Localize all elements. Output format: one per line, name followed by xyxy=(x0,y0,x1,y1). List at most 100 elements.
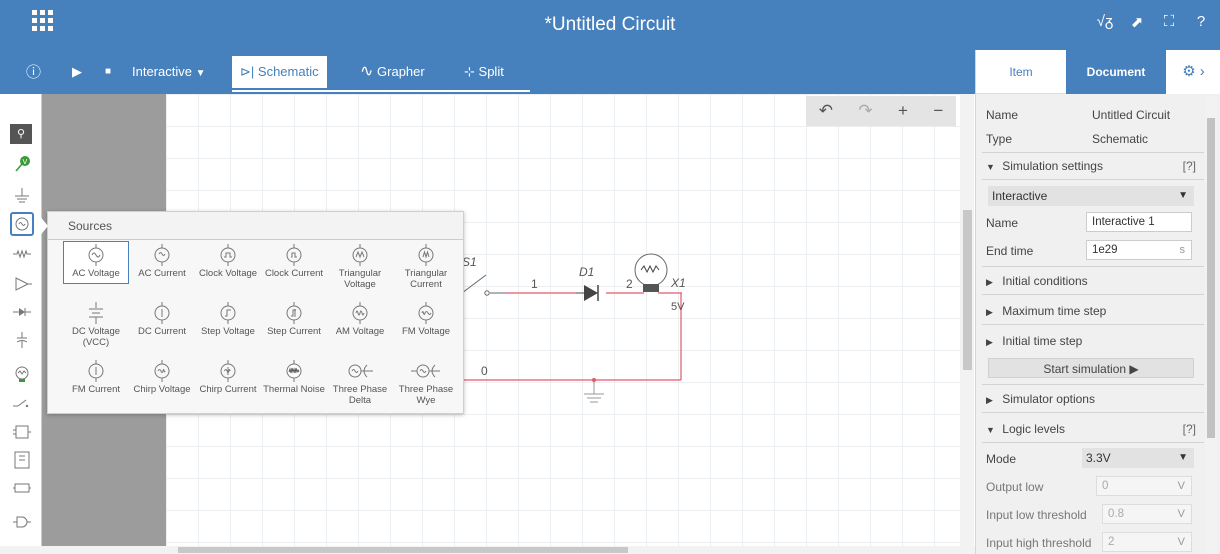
probe-icon[interactable]: V xyxy=(10,154,34,178)
info-icon[interactable]: ⓘ xyxy=(26,61,41,82)
logic-mode-value: 3.3V xyxy=(1086,451,1111,465)
switch-icon[interactable] xyxy=(10,392,34,416)
lamp-icon[interactable] xyxy=(10,364,34,388)
section-simulator-options[interactable]: ▶ Simulator options xyxy=(986,392,1196,406)
tab-item[interactable]: Item xyxy=(976,50,1066,94)
stop-icon[interactable]: ■ xyxy=(105,66,111,77)
section-logic-levels[interactable]: ▼ Logic levels [?] xyxy=(986,422,1196,436)
help-link[interactable]: [?] xyxy=(1183,422,1196,436)
label-d1: D1 xyxy=(579,265,594,279)
source-three-phase-wye[interactable]: Three Phase Wye xyxy=(393,358,459,406)
scroll-thumb[interactable] xyxy=(1207,118,1215,438)
collapsed-arrow-icon: ▶ xyxy=(986,337,993,347)
scroll-thumb[interactable] xyxy=(178,547,628,553)
source-am-voltage[interactable]: AM Voltage xyxy=(327,300,393,337)
source-label: DC Voltage (VCC) xyxy=(71,326,121,348)
label-5v: 5V xyxy=(671,301,685,313)
grapher-icon: ∿ xyxy=(360,63,374,80)
source-ac-voltage[interactable]: AC Voltage xyxy=(63,241,129,284)
expanded-arrow-icon: ▼ xyxy=(986,162,995,172)
fullscreen-icon[interactable]: ⛶ xyxy=(1160,13,1178,31)
resistor-icon[interactable] xyxy=(10,244,34,268)
help-link[interactable]: [?] xyxy=(1183,159,1196,173)
search-icon[interactable]: ⚲ xyxy=(10,124,32,144)
source-label: Triangular Current xyxy=(404,268,448,290)
scroll-thumb[interactable] xyxy=(963,210,972,370)
simulation-name-field[interactable]: Interactive 1 xyxy=(1086,212,1192,232)
prop-type-value: Schematic xyxy=(1092,132,1149,146)
label-x1: X1 xyxy=(670,276,686,290)
svg-text:V: V xyxy=(23,158,28,166)
sources-title: Sources xyxy=(48,212,463,240)
section-simulation-settings[interactable]: ▼ Simulation settings [?] xyxy=(986,159,1196,173)
toolbar: ⓘ ▶ ■ Interactive ▼ ⊳| Schematic ∿ Graph… xyxy=(0,50,975,94)
section-initial-time-step[interactable]: ▶ Initial time step xyxy=(986,334,1196,348)
settings-gear-icon[interactable]: ⚙ › xyxy=(1166,50,1220,94)
undo-icon[interactable]: ↶ xyxy=(819,101,833,121)
connector-icon[interactable] xyxy=(10,478,34,502)
output-low-field: 0 V xyxy=(1096,476,1192,496)
panel-tabs: Item Document ⚙ › xyxy=(976,50,1220,94)
section-max-time-step[interactable]: ▶ Maximum time step xyxy=(986,304,1196,318)
source-clock-current[interactable]: Clock Current xyxy=(261,242,327,279)
source-ac-current[interactable]: AC Current xyxy=(129,242,195,279)
canvas-vertical-scrollbar[interactable] xyxy=(960,94,974,546)
end-time-field[interactable]: 1e29 s xyxy=(1086,240,1192,260)
zoom-in-icon[interactable]: + xyxy=(898,101,908,121)
divider xyxy=(982,266,1204,267)
tab-split-label: Split xyxy=(478,64,504,79)
source-step-voltage[interactable]: Step Voltage xyxy=(195,300,261,337)
source-clock-voltage[interactable]: Clock Voltage xyxy=(195,242,261,279)
end-time-unit: s xyxy=(1179,244,1186,256)
ground-icon[interactable] xyxy=(10,186,34,210)
source-chirp-voltage[interactable]: Chirp Voltage xyxy=(129,358,195,395)
chevron-down-icon: ▼ xyxy=(1178,190,1188,201)
mode-label: Interactive xyxy=(132,64,192,79)
source-step-current[interactable]: Step Current xyxy=(261,300,327,337)
junction-dot xyxy=(592,378,596,382)
collapsed-arrow-icon: ▶ xyxy=(986,395,993,405)
panel-scrollbar[interactable] xyxy=(1205,96,1217,554)
ic-chip-icon[interactable] xyxy=(10,422,34,446)
section-initial-conditions[interactable]: ▶ Initial conditions xyxy=(986,274,1196,288)
tab-split[interactable]: ⊹ Split xyxy=(456,56,512,88)
divider xyxy=(982,412,1204,413)
mode-dropdown[interactable]: Interactive ▼ xyxy=(132,64,206,79)
tab-grapher-label: Grapher xyxy=(377,64,425,79)
export-icon[interactable]: ⬈ xyxy=(1128,13,1146,31)
tab-grapher[interactable]: ∿ Grapher xyxy=(352,56,433,88)
zoom-out-icon[interactable]: − xyxy=(933,101,943,121)
formula-icon[interactable]: √ᵹ xyxy=(1096,13,1114,31)
redo-icon[interactable]: ↷ xyxy=(858,101,872,121)
section-title: Simulation settings xyxy=(1002,159,1103,173)
logic-mode-select[interactable]: 3.3V ▼ xyxy=(1082,448,1194,468)
simulation-type-select[interactable]: Interactive ▼ xyxy=(988,186,1194,206)
tab-schematic[interactable]: ⊳| Schematic xyxy=(232,56,327,88)
play-icon[interactable]: ▶ xyxy=(72,64,82,80)
source-fm-current[interactable]: FM Current xyxy=(63,358,129,395)
source-triangular-voltage[interactable]: Triangular Voltage xyxy=(327,242,393,290)
source-dc-current[interactable]: DC Current xyxy=(129,300,195,337)
help-icon[interactable]: ? xyxy=(1192,13,1210,31)
tab-underline xyxy=(232,90,530,92)
capacitor-icon[interactable] xyxy=(10,330,34,354)
output-low-value: 0 xyxy=(1102,480,1109,492)
source-thermal-noise[interactable]: Thermal Noise xyxy=(261,358,327,395)
source-label: FM Voltage xyxy=(401,326,451,337)
source-fm-voltage[interactable]: FM Voltage xyxy=(393,300,459,337)
section-title: Initial time step xyxy=(1002,334,1083,348)
source-icon[interactable] xyxy=(10,212,34,236)
canvas-horizontal-scrollbar[interactable] xyxy=(0,546,975,554)
tab-document[interactable]: Document xyxy=(1066,50,1166,94)
source-chirp-current[interactable]: Chirp Current xyxy=(195,358,261,395)
source-dc-voltage[interactable]: DC Voltage (VCC) xyxy=(63,300,129,348)
source-triangular-current[interactable]: Triangular Current xyxy=(393,242,459,290)
source-three-phase-delta[interactable]: Three Phase Delta xyxy=(327,358,393,406)
divider xyxy=(982,152,1204,153)
source-label: FM Current xyxy=(71,384,121,395)
logic-gate-icon[interactable] xyxy=(10,512,34,536)
start-simulation-button[interactable]: Start simulation ▶ xyxy=(988,358,1194,378)
buffer-icon[interactable] xyxy=(10,274,34,298)
ic-block-icon[interactable] xyxy=(10,450,34,474)
diode-icon[interactable] xyxy=(10,302,34,326)
